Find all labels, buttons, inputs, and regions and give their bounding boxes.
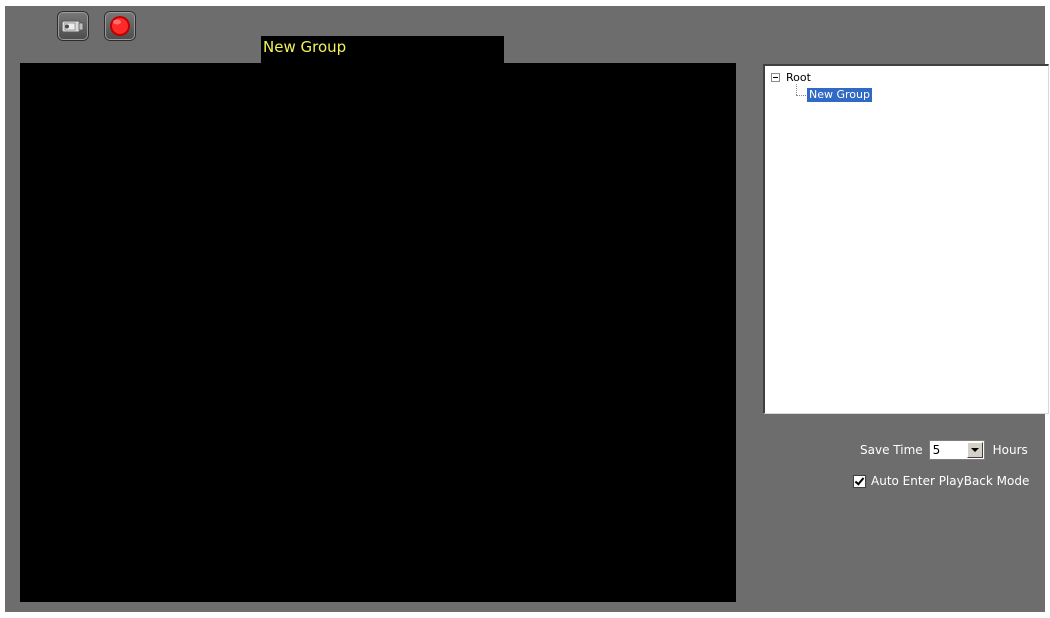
group-tree[interactable]: Root New Group xyxy=(763,64,1049,414)
save-time-value: 5 xyxy=(932,443,941,457)
tree-connector xyxy=(796,84,797,95)
tree-node-new-group[interactable]: New Group xyxy=(807,88,872,102)
video-display[interactable] xyxy=(20,63,736,602)
auto-playback-row[interactable]: Auto Enter PlayBack Mode xyxy=(853,473,1029,489)
save-time-select[interactable]: 5 xyxy=(928,440,985,460)
camera-button[interactable] xyxy=(57,11,89,41)
save-time-unit: Hours xyxy=(992,443,1028,457)
record-button[interactable] xyxy=(104,11,136,41)
save-time-row: Save Time 5 Hours xyxy=(860,439,1028,461)
auto-playback-checkbox[interactable] xyxy=(853,474,866,488)
save-time-label: Save Time xyxy=(860,443,923,457)
app-window: New Group Root New Group Save Time 5 Hou… xyxy=(5,6,1049,612)
collapse-icon[interactable] xyxy=(771,72,780,82)
camera-icon xyxy=(61,20,84,33)
auto-playback-label: Auto Enter PlayBack Mode xyxy=(871,474,1030,488)
chevron-down-icon[interactable] xyxy=(966,442,983,458)
record-icon xyxy=(110,16,130,36)
group-tab[interactable]: New Group xyxy=(261,36,504,64)
tree-connector xyxy=(796,95,806,96)
tree-root-label: Root xyxy=(786,70,811,84)
tree-node-root[interactable]: Root xyxy=(771,70,811,84)
